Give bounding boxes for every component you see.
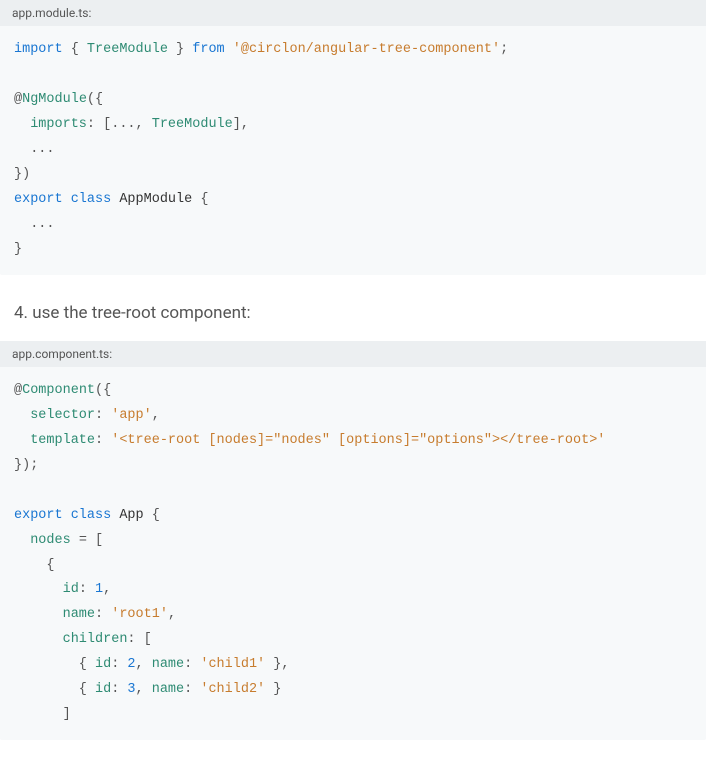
line: imports: [..., TreeModule], [14,117,249,132]
keyword-from: from [192,42,224,57]
punct: : [95,433,111,448]
line: { id: 3, name: 'child2' } [14,682,281,697]
punct: , [168,607,176,622]
decorator-name: Component [22,383,95,398]
code-body: @Component({ selector: 'app', template: … [0,367,706,733]
punct: : [184,657,200,672]
prop: name [152,682,184,697]
line: children: [ [14,632,152,647]
prop: name [14,607,95,622]
punct: } [168,42,192,57]
punct: ; [500,42,508,57]
punct: } [265,682,281,697]
prop: nodes [14,533,71,548]
string: '<tree-root [nodes]="nodes" [options]="o… [111,433,605,448]
prop: imports [14,117,87,132]
punct: { [192,192,208,207]
punct: : [79,582,95,597]
line: @NgModule({ [14,92,103,107]
prop: id [95,657,111,672]
string: 'child2' [200,682,265,697]
punct: , [152,408,160,423]
punct: : [95,408,111,423]
string: '@circlon/angular-tree-component' [225,42,500,57]
line: ... [14,217,55,232]
step-heading: 4. use the tree-root component: [14,303,706,323]
punct: : [95,607,111,622]
punct: { [63,42,87,57]
line: name: 'root1', [14,607,176,622]
line: export class AppModule { [14,192,208,207]
type: TreeModule [87,42,168,57]
punct: ({ [87,92,103,107]
keyword-class: class [63,508,120,523]
number: 2 [127,657,135,672]
line: ] [14,707,71,722]
punct: : [111,682,127,697]
punct: : [111,657,127,672]
punct: , [103,582,111,597]
line: selector: 'app', [14,408,160,423]
code-header: app.module.ts: [0,0,706,26]
prop: selector [14,408,95,423]
punct: : [ [127,632,151,647]
prop: id [14,582,79,597]
punct: : [..., [87,117,152,132]
punct: : [184,682,200,697]
punct: ], [233,117,249,132]
prop: template [14,433,95,448]
line: @Component({ [14,383,111,398]
code-body: import { TreeModule } from '@circlon/ang… [0,26,706,267]
punct: { [144,508,160,523]
line: template: '<tree-root [nodes]="nodes" [o… [14,433,605,448]
number: 3 [127,682,135,697]
code-block-app-module: app.module.ts: import { TreeModule } fro… [0,0,706,275]
decorator-name: NgModule [22,92,87,107]
punct: , [136,657,152,672]
keyword-export: export [14,192,63,207]
keyword-export: export [14,508,63,523]
code-block-app-component: app.component.ts: @Component({ selector:… [0,341,706,741]
punct: ({ [95,383,111,398]
line: }); [14,458,38,473]
punct: , [136,682,152,697]
code-header: app.component.ts: [0,341,706,367]
punct: }, [265,657,289,672]
line: ... [14,142,55,157]
string: 'app' [111,408,152,423]
punct: = [ [71,533,103,548]
line: } [14,242,22,257]
punct: { [14,657,95,672]
decorator-at: @ [14,92,22,107]
line: { [14,558,55,573]
line: export class App { [14,508,160,523]
prop: children [14,632,127,647]
number: 1 [95,582,103,597]
line: nodes = [ [14,533,103,548]
line: }) [14,167,30,182]
punct: { [14,682,95,697]
classname: AppModule [119,192,192,207]
classname: App [119,508,143,523]
string: 'child1' [200,657,265,672]
keyword-class: class [63,192,120,207]
type: TreeModule [152,117,233,132]
string: 'root1' [111,607,168,622]
prop: name [152,657,184,672]
line: import { TreeModule } from '@circlon/ang… [14,42,508,57]
line: { id: 2, name: 'child1' }, [14,657,289,672]
line: id: 1, [14,582,111,597]
decorator-at: @ [14,383,22,398]
keyword-import: import [14,42,63,57]
prop: id [95,682,111,697]
